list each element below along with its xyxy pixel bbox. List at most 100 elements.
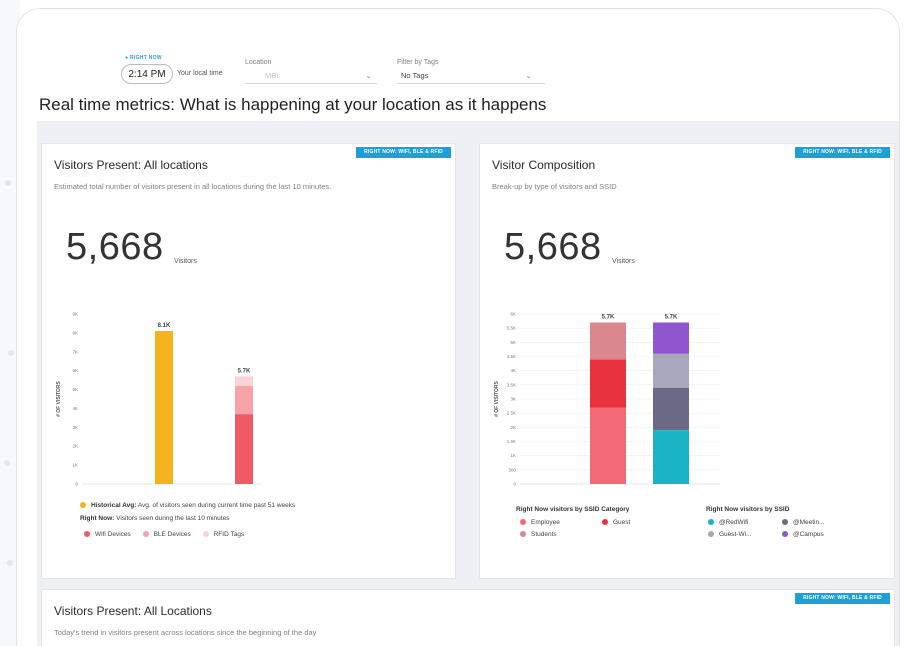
legend-item-employee: Employee (520, 519, 560, 526)
y-tick-label: 2K (510, 425, 516, 430)
y-tick-label: 9K (72, 312, 78, 317)
legend-swatch-students (520, 531, 526, 538)
bar-segment (653, 430, 689, 484)
legend-label: @Campus (793, 531, 824, 538)
bar-total-label: 5.7K (602, 315, 615, 321)
bar-segment (653, 387, 689, 431)
y-tick-label: 3K (510, 397, 516, 402)
composition-bar-chart: # OF VISITORS 0 500 1K 1.5K 2K 2.5K 3K 3.5K 4K 4.5… (494, 312, 720, 487)
legend-item-ssid3: Guest-Wi... (708, 531, 752, 538)
legend-right-now-bold: Right Now: (80, 515, 115, 522)
y-axis-label: # OF VISITORS (56, 380, 62, 416)
bar-segment (235, 414, 253, 484)
legend-ssid-category-title: Right Now visitors by SSID Category (516, 506, 629, 513)
filter-bar: ● RIGHT NOW 2:14 PM Your local time Loca… (17, 9, 899, 89)
chevron-down-icon[interactable]: ⌄ (525, 71, 532, 80)
bar-total-label: 5.7K (665, 315, 678, 321)
card-title: Visitors Present: All locations (54, 158, 208, 172)
legend-item-ble: BLE Devices (153, 531, 191, 538)
legend-swatch-ssid4 (782, 531, 788, 538)
y-tick-label: 8K (72, 330, 78, 335)
legend-label: Employee (531, 519, 560, 526)
bar-segment (590, 407, 626, 484)
time-display[interactable]: 2:14 PM (121, 64, 173, 84)
y-tick-label: 4.5K (507, 354, 516, 359)
y-tick-label: 5K (510, 340, 516, 345)
y-tick-label: 6K (72, 368, 78, 373)
legend-swatch-historical (80, 502, 86, 509)
y-tick-label: 4K (510, 368, 516, 373)
y-tick-label: 2.5K (507, 411, 516, 416)
right-now-indicator: ● RIGHT NOW (125, 55, 162, 61)
legend-right-now-text: Visitors seen during the last 10 minutes (116, 515, 230, 522)
bar-segment (235, 376, 253, 386)
card-title: Visitors Present: All Locations (54, 604, 212, 618)
legend-item-ssid4: @Campus (782, 531, 824, 538)
location-filter[interactable]: Location (245, 59, 271, 66)
bar-segment (235, 385, 253, 415)
visitor-count-unit: Visitors (612, 258, 635, 265)
status-badge: RIGHT NOW: WIFI, BLE & RFID (356, 147, 451, 158)
legend-swatch-guest (602, 519, 608, 526)
chevron-down-icon[interactable]: ⌄ (365, 71, 372, 80)
status-badge: RIGHT NOW: WIFI, BLE & RFID (795, 147, 890, 158)
card-subtitle: Estimated total number of visitors prese… (54, 182, 332, 191)
card-visitor-composition: RIGHT NOW: WIFI, BLE & RFID Visitor Comp… (479, 143, 895, 579)
tags-underline (397, 83, 545, 84)
tags-label: Filter by Tags (397, 59, 439, 66)
bar-segment (155, 331, 173, 484)
visitor-count-unit: Visitors (174, 258, 197, 265)
legend-swatch-ble (142, 531, 149, 538)
legend-label: Students (531, 531, 557, 538)
legend-ssid-title: Right Now visitors by SSID (706, 506, 789, 513)
y-tick-label: 4K (72, 406, 78, 411)
legend-item-wifi: Wifi Devices (95, 531, 131, 538)
legend-swatch-wifi (84, 531, 90, 538)
card-visitors-trend: RIGHT NOW: WIFI, BLE & RFID Visitors Pre… (41, 589, 895, 646)
legend-swatch-employee (520, 519, 526, 526)
legend-label: Guest (613, 519, 631, 526)
y-tick-label: 1K (72, 463, 78, 468)
legend-historical-text: Avg. of visitors seen during current tim… (137, 502, 296, 509)
bar-segment (653, 353, 689, 388)
legend-historical-bold: Historical Avg: (91, 502, 137, 509)
y-tick-label: 500 (508, 467, 516, 472)
y-tick-label: 6K (510, 312, 516, 317)
legend-item-ssid2: @Meetin... (782, 519, 825, 526)
y-tick-label: 1.5K (507, 439, 516, 444)
legend-item-rfid: RFID Tags (213, 531, 245, 538)
bar-total-label: 8.1K (158, 323, 171, 329)
page-title: Real time metrics: What is happening at … (39, 95, 547, 114)
legend-swatch-ssid2 (782, 519, 788, 526)
legend-ssid-category-heading: Right Now visitors by SSID Category (516, 506, 630, 513)
bar-total-label: 5.7K (238, 368, 251, 374)
card-subtitle: Today's trend in visitors present across… (54, 628, 317, 637)
y-tick-label: 0 (513, 482, 516, 487)
location-select[interactable]: MBL (265, 71, 280, 80)
location-underline (245, 83, 377, 84)
visitor-count: 5,668 (66, 226, 164, 268)
card-title: Visitor Composition (492, 158, 596, 172)
y-tick-label: 1K (510, 453, 516, 458)
legend-label: @RedWifi (719, 519, 749, 526)
legend-item-guest: Guest (602, 519, 630, 526)
card-visitors-present: RIGHT NOW: WIFI, BLE & RFID Visitors Pre… (41, 143, 456, 579)
y-tick-label: 2K (72, 444, 78, 449)
legend-right-now: Right Now: Visitors seen during the last… (80, 515, 229, 522)
legend-label: Guest-Wi... (719, 531, 752, 538)
y-tick-label: 5K (72, 387, 78, 392)
bar-segment (653, 322, 689, 354)
location-value: MBL (265, 71, 281, 80)
legend-swatch-rfid (202, 531, 209, 538)
dashboard-canvas: RIGHT NOW: WIFI, BLE & RFID Visitors Pre… (37, 121, 899, 646)
y-tick-label: 3K (72, 425, 78, 430)
y-tick-label: 7K (72, 349, 78, 354)
tags-filter[interactable]: Filter by Tags (397, 59, 439, 66)
tags-value: No Tags (401, 71, 429, 80)
card-subtitle: Break-up by type of visitors and SSID (492, 182, 617, 191)
bar-segment (590, 359, 626, 408)
y-tick-label: 3.5K (507, 382, 516, 387)
tags-select[interactable]: No Tags (401, 71, 428, 80)
visitors-bar-chart: # OF VISITORS 0 1K 2K 3K 4K 5K 6K 7K 8K 9K 8.1K 5.7K (56, 312, 262, 487)
y-tick-label: 5.5K (507, 326, 516, 331)
